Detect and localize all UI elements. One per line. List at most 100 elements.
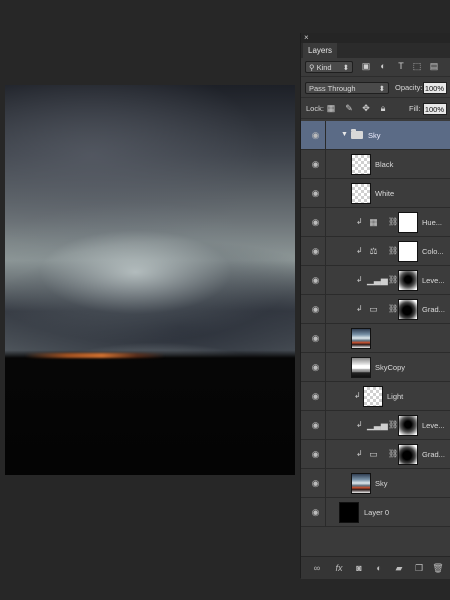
lock-image-icon[interactable]: ✎ [344, 103, 354, 113]
levels-icon: ▁▃▅ [367, 275, 388, 285]
layer-thumbnail [351, 154, 371, 175]
layer-style-icon[interactable]: fx [333, 562, 345, 574]
layer-mask-thumbnail[interactable] [398, 270, 418, 291]
new-layer-icon[interactable]: ❐ [413, 562, 425, 574]
visibility-eye-icon[interactable]: ◉ [310, 275, 321, 285]
layer-row-sky-group[interactable]: ◉ ▼ Sky [301, 121, 450, 150]
layer-row-white[interactable]: ◉ White [301, 179, 450, 208]
layer-name: Leve... [422, 276, 445, 285]
blend-row: Pass Through ⬍ Opacity: 100% [301, 79, 450, 98]
tab-layers[interactable]: Layers [303, 43, 338, 58]
layer-name: White [375, 189, 395, 198]
fill-label: Fill: [409, 104, 421, 113]
document-canvas[interactable] [5, 85, 295, 475]
filter-row: ⚲ Kind ⬍ ▣ ◐ T ⬚ ▤ [301, 58, 450, 77]
mask-link-icon[interactable]: ⛓ [388, 216, 398, 228]
new-adjustment-icon[interactable]: ◐ [373, 562, 385, 574]
visibility-eye-icon[interactable]: ◉ [310, 391, 321, 401]
visibility-eye-icon[interactable]: ◉ [310, 449, 321, 459]
layers-bottom-toolbar: ∞ fx ◙ ◐ ▰ ❐ 🗑︎ [301, 556, 450, 579]
dropdown-arrows-icon: ⬍ [342, 63, 349, 72]
blend-mode-dropdown[interactable]: Pass Through ⬍ [305, 82, 389, 94]
layer-row-levels-2[interactable]: ◉ ↲ ▁▃▅ ⛓ Leve... [301, 411, 450, 440]
visibility-eye-icon[interactable]: ◉ [310, 188, 321, 198]
layer-mask-thumbnail[interactable] [398, 241, 418, 262]
opacity-label: Opacity: [395, 83, 423, 92]
pixel-filter-icon[interactable]: ▣ [361, 61, 371, 71]
expand-triangle-icon[interactable]: ▼ [341, 130, 348, 140]
layer-mask-thumbnail[interactable] [398, 299, 418, 320]
layer-name: Hue... [422, 218, 443, 227]
layer-thumbnail [363, 386, 383, 407]
layer-mask-thumbnail[interactable] [398, 415, 418, 436]
layer-row-gradient-map[interactable]: ◉ ↲ ▭ ⛓ Grad... [301, 295, 450, 324]
gradient-map-icon: ▭ [369, 304, 378, 314]
clipping-arrow-icon: ↲ [354, 391, 361, 400]
gradient-map-icon: ▭ [369, 449, 378, 459]
visibility-eye-icon[interactable]: ◉ [310, 217, 321, 227]
delete-layer-icon[interactable]: 🗑︎ [432, 562, 444, 574]
kind-label: Kind [316, 63, 332, 72]
levels-icon: ▁▃▅ [367, 420, 388, 430]
folder-icon [351, 129, 363, 139]
smart-object-filter-icon[interactable]: ▤ [429, 61, 439, 71]
layer-name: Sky [368, 131, 381, 140]
mask-link-icon[interactable]: ⛓ [388, 245, 398, 257]
visibility-eye-icon[interactable]: ◉ [310, 130, 321, 140]
layer-mask-thumbnail[interactable] [398, 212, 418, 233]
layer-row-image[interactable]: ◉ [301, 324, 450, 353]
layer-thumbnail [351, 183, 371, 204]
add-mask-icon[interactable]: ◙ [353, 562, 365, 574]
layer-row-gradient-map-2[interactable]: ◉ ↲ ▭ ⛓ Grad... [301, 440, 450, 469]
layer-row-levels[interactable]: ◉ ↲ ▁▃▅ ⛓ Leve... [301, 266, 450, 295]
kind-filter-dropdown[interactable]: ⚲ Kind ⬍ [305, 61, 353, 73]
mask-link-icon[interactable]: ⛓ [388, 274, 398, 286]
lock-all-icon[interactable]: 🔒︎ [378, 103, 388, 113]
clipping-arrow-icon: ↲ [356, 304, 363, 313]
close-icon[interactable]: × [304, 33, 309, 43]
layer-thumbnail [351, 473, 371, 494]
layer-row-black[interactable]: ◉ Black [301, 150, 450, 179]
visibility-eye-icon[interactable]: ◉ [310, 159, 321, 169]
visibility-eye-icon[interactable]: ◉ [310, 478, 321, 488]
new-group-icon[interactable]: ▰ [393, 562, 405, 574]
blend-mode-value: Pass Through [309, 84, 356, 93]
adjustment-filter-icon[interactable]: ◐ [378, 61, 388, 71]
layer-thumbnail [351, 328, 371, 349]
layer-name: SkyCopy [375, 363, 406, 372]
lock-label: Lock: [306, 104, 324, 113]
layer-row-light[interactable]: ◉ ↲ Light [301, 382, 450, 411]
opacity-field[interactable]: 100% [423, 82, 447, 94]
link-layers-icon[interactable]: ∞ [311, 562, 323, 574]
layer-row-skycopy[interactable]: ◉ SkyCopy [301, 353, 450, 382]
visibility-eye-icon[interactable]: ◉ [310, 420, 321, 430]
layer-row-hue-saturation[interactable]: ◉ ↲ ▦ ⛓ Hue... [301, 208, 450, 237]
layer-row-color-balance[interactable]: ◉ ↲ ⚖ ⛓ Colo... [301, 237, 450, 266]
type-filter-icon[interactable]: T [396, 61, 406, 71]
mask-link-icon[interactable]: ⛓ [388, 419, 398, 431]
layer-name: Light [387, 392, 404, 401]
mask-link-icon[interactable]: ⛓ [388, 303, 398, 315]
clipping-arrow-icon: ↲ [356, 246, 363, 255]
dropdown-arrows-icon: ⬍ [378, 84, 385, 93]
visibility-eye-icon[interactable]: ◉ [310, 246, 321, 256]
visibility-eye-icon[interactable]: ◉ [310, 362, 321, 372]
layer-thumbnail [339, 502, 359, 523]
color-balance-icon: ⚖ [369, 246, 378, 256]
fill-field[interactable]: 100% [423, 103, 447, 115]
layer-row-layer-0[interactable]: ◉ Layer 0 [301, 498, 450, 527]
visibility-eye-icon[interactable]: ◉ [310, 507, 321, 517]
lock-position-icon[interactable]: ✥ [361, 103, 371, 113]
visibility-eye-icon[interactable]: ◉ [310, 304, 321, 314]
layer-thumbnail [351, 357, 371, 378]
visibility-eye-icon[interactable]: ◉ [310, 333, 321, 343]
layer-name: Grad... [422, 305, 445, 314]
layer-mask-thumbnail[interactable] [398, 444, 418, 465]
panel-titlebar: × [301, 33, 450, 43]
search-icon: ⚲ [309, 63, 317, 72]
shape-filter-icon[interactable]: ⬚ [412, 61, 422, 71]
layer-row-sky-image[interactable]: ◉ Sky [301, 469, 450, 498]
hue-saturation-icon: ▦ [369, 217, 378, 227]
mask-link-icon[interactable]: ⛓ [388, 448, 398, 460]
lock-transparent-icon[interactable]: ▦ [326, 103, 336, 113]
